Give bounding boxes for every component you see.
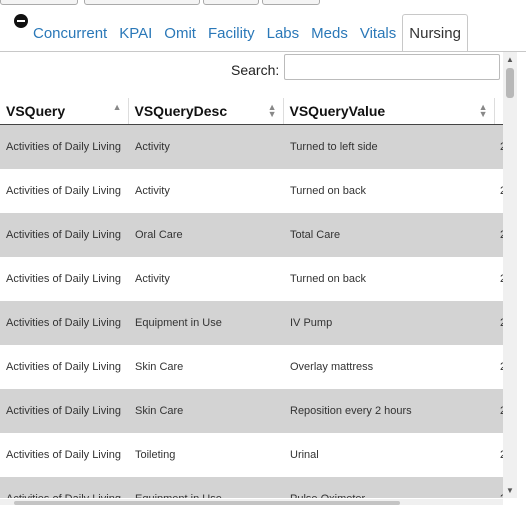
cell-vsquerydesc: Equipment in Use xyxy=(128,301,283,345)
cell-vsqueryvalue: IV Pump xyxy=(283,301,494,345)
top-button[interactable] xyxy=(203,0,259,5)
cell-extra: 2 - xyxy=(494,389,503,433)
tab-vitals[interactable]: Vitals xyxy=(354,15,402,51)
tab-bar: Concurrent KPAI Omit Facility Labs Meds … xyxy=(27,14,468,52)
cell-vsqueryvalue: Overlay mattress xyxy=(283,345,494,389)
table-header-row: VSQuery ▲ VSQueryDesc ▲ ▼ VSQueryValue ▲ ▼ xyxy=(0,98,503,125)
column-header-vsqueryvalue[interactable]: VSQueryValue ▲ ▼ xyxy=(283,98,495,125)
column-header-label: VSQuery xyxy=(6,103,66,119)
collapse-minus-icon[interactable] xyxy=(14,14,28,28)
cell-vsqueryvalue: Turned on back xyxy=(283,257,494,301)
cell-vsquery: Activities of Daily Living xyxy=(0,257,128,301)
cell-extra: 2 - xyxy=(494,433,503,477)
cell-extra: 2 - xyxy=(494,345,503,389)
search-input[interactable] xyxy=(284,54,500,80)
table-row[interactable]: Activities of Daily Living Equipment in … xyxy=(0,477,503,498)
cell-vsquery: Activities of Daily Living xyxy=(0,213,128,257)
horizontal-scroll-thumb[interactable] xyxy=(14,501,400,505)
cell-extra: 2 - xyxy=(494,213,503,257)
table-row[interactable]: Activities of Daily Living Oral Care Tot… xyxy=(0,213,503,257)
cell-vsquerydesc: Activity xyxy=(128,169,283,213)
tab-nursing[interactable]: Nursing xyxy=(402,14,468,52)
cell-vsquerydesc: Skin Care xyxy=(128,345,283,389)
cell-extra: 2 0 xyxy=(494,124,503,169)
cell-vsquerydesc: Activity xyxy=(128,257,283,301)
cell-vsquerydesc: Skin Care xyxy=(128,389,283,433)
nursing-table-container: VSQuery ▲ VSQueryDesc ▲ ▼ VSQueryValue ▲ ▼ Ac… xyxy=(0,98,503,498)
sort-both-icon[interactable]: ▲ ▼ xyxy=(479,103,488,119)
nursing-table: VSQuery ▲ VSQueryDesc ▲ ▼ VSQueryValue ▲ ▼ Ac… xyxy=(0,98,503,498)
cell-extra: 2 - xyxy=(494,301,503,345)
cell-vsqueryvalue: Total Care xyxy=(283,213,494,257)
sort-asc-icon[interactable]: ▲ xyxy=(113,103,122,112)
cell-extra: 2 0 xyxy=(494,169,503,213)
cell-vsqueryvalue: Turned to left side xyxy=(283,124,494,169)
sort-both-icon[interactable]: ▲ ▼ xyxy=(268,103,277,119)
column-header-label: VSQueryValue xyxy=(289,103,386,119)
table-row[interactable]: Activities of Daily Living Toileting Uri… xyxy=(0,433,503,477)
cell-vsqueryvalue: Urinal xyxy=(283,433,494,477)
column-header-vsquerydesc[interactable]: VSQueryDesc ▲ ▼ xyxy=(128,98,284,125)
vertical-scroll-thumb[interactable] xyxy=(506,68,514,98)
tab-kpai[interactable]: KPAI xyxy=(113,15,158,51)
cell-extra: 2 - xyxy=(494,257,503,301)
cell-extra: 2 - xyxy=(494,477,503,498)
cell-vsqueryvalue: Reposition every 2 hours xyxy=(283,389,494,433)
cell-vsqueryvalue: Pulse Oximeter xyxy=(283,477,494,498)
cell-vsquerydesc: Activity xyxy=(128,124,283,169)
search-label: Search: xyxy=(231,62,280,78)
top-button[interactable] xyxy=(262,0,320,5)
cell-vsquery: Activities of Daily Living xyxy=(0,124,128,169)
column-header-extra[interactable] xyxy=(494,98,503,125)
cell-vsqueryvalue: Turned on back xyxy=(283,169,494,213)
table-row[interactable]: Activities of Daily Living Activity Turn… xyxy=(0,169,503,213)
column-header-label: VSQueryDesc xyxy=(134,103,228,119)
table-row[interactable]: Activities of Daily Living Activity Turn… xyxy=(0,124,503,169)
cell-vsquery: Activities of Daily Living xyxy=(0,389,128,433)
cell-vsquerydesc: Toileting xyxy=(128,433,283,477)
scroll-down-arrow-icon[interactable]: ▼ xyxy=(506,486,514,495)
top-button[interactable] xyxy=(84,0,200,5)
table-row[interactable]: Activities of Daily Living Skin Care Rep… xyxy=(0,389,503,433)
cell-vsquery: Activities of Daily Living xyxy=(0,477,128,498)
cell-vsquerydesc: Equipment in Use xyxy=(128,477,283,498)
table-row[interactable]: Activities of Daily Living Equipment in … xyxy=(0,301,503,345)
tab-meds[interactable]: Meds xyxy=(305,15,354,51)
tab-labs[interactable]: Labs xyxy=(261,15,306,51)
tab-omit[interactable]: Omit xyxy=(158,15,202,51)
top-button-strip xyxy=(0,0,526,5)
cell-vsquery: Activities of Daily Living xyxy=(0,301,128,345)
cell-vsquery: Activities of Daily Living xyxy=(0,433,128,477)
tab-divider xyxy=(0,51,526,52)
horizontal-scrollbar[interactable] xyxy=(0,499,503,505)
cell-vsquery: Activities of Daily Living xyxy=(0,169,128,213)
top-button[interactable] xyxy=(0,0,78,5)
cell-vsquery: Activities of Daily Living xyxy=(0,345,128,389)
cell-vsquerydesc: Oral Care xyxy=(128,213,283,257)
vertical-scrollbar[interactable]: ▲ ▼ xyxy=(503,52,517,498)
scroll-up-arrow-icon[interactable]: ▲ xyxy=(506,55,514,64)
tab-facility[interactable]: Facility xyxy=(202,15,261,51)
tab-concurrent[interactable]: Concurrent xyxy=(27,15,113,51)
table-row[interactable]: Activities of Daily Living Activity Turn… xyxy=(0,257,503,301)
table-row[interactable]: Activities of Daily Living Skin Care Ove… xyxy=(0,345,503,389)
column-header-vsquery[interactable]: VSQuery ▲ xyxy=(0,98,129,125)
